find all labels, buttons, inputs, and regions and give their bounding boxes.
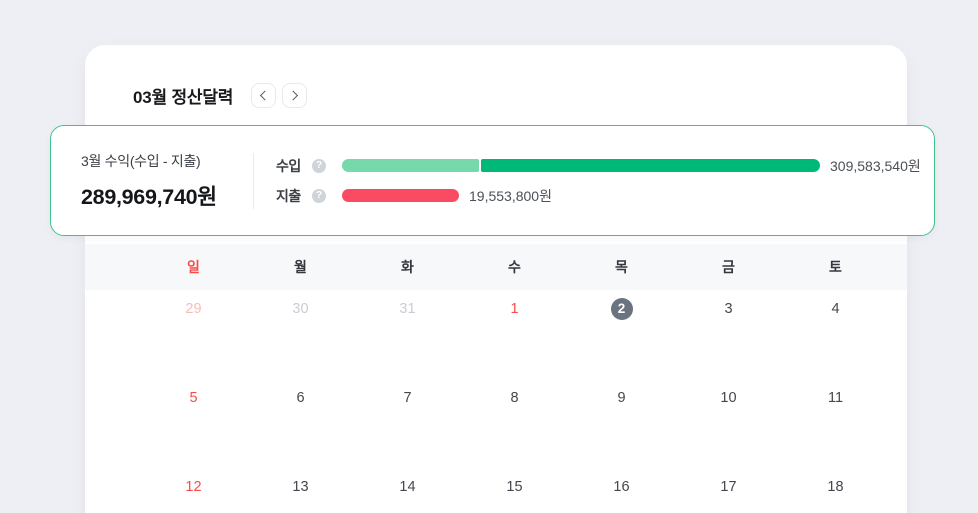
day-number: 15 [506,479,523,495]
expense-bar [342,189,459,202]
day-number: 4 [831,301,840,317]
calendar-day-cell[interactable]: 16 [568,468,675,513]
income-bar [342,159,820,172]
chevron-right-icon [288,90,299,101]
calendar-day-cell[interactable]: 5 [140,379,247,468]
expense-value: 19,553,800원 [469,187,552,204]
weekday-label: 화 [401,259,414,275]
weekday-label: 월 [294,259,307,275]
card-header: 03월 정산달력 [133,83,308,108]
calendar-day-cell[interactable]: 6 [247,379,354,468]
day-number: 17 [720,479,737,495]
weekday-label: 금 [722,259,735,275]
day-number: 7 [403,390,412,406]
calendar-day-cell[interactable]: 11 [782,379,889,468]
day-number: 8 [510,390,519,406]
calendar-day-cell[interactable]: 7 [354,379,461,468]
day-number: 6 [296,390,305,406]
income-expense-bars: 수입 ? 309,583,540원 지출 ? 19,553,800원 [276,157,921,204]
day-number: 30 [292,301,309,317]
expense-bar-segment [342,189,459,202]
calendar-week-row: 29 30 31 1 2 3 4 [140,290,889,379]
income-label: 수입 [276,157,301,174]
calendar-day-cell[interactable]: 17 [675,468,782,513]
calendar-day-cell[interactable]: 9 [568,379,675,468]
calendar-week-row: 5 6 7 8 9 10 11 [140,379,889,468]
calendar-day-cell[interactable]: 3 [675,290,782,379]
calendar-day-cell[interactable]: 10 [675,379,782,468]
weekday-label: 토 [829,259,842,275]
expense-row: 지출 ? 19,553,800원 [276,187,921,204]
calendar-grid: 29 30 31 1 2 3 4 5 6 7 8 9 10 11 12 13 14 15 16 17 18 [140,290,889,513]
page-title: 03월 정산달력 [133,88,234,107]
calendar-day-cell[interactable]: 2 [568,290,675,379]
income-row: 수입 ? 309,583,540원 [276,157,921,174]
calendar-day-cell[interactable]: 8 [461,379,568,468]
profit-summary: 3월 수익(수입 - 지출) 289,969,740원 [51,151,253,211]
expense-help-icon[interactable]: ? [312,188,326,203]
calendar-day-cell[interactable]: 13 [247,468,354,513]
summary-divider [253,152,254,209]
selected-day-badge[interactable]: 2 [610,298,633,320]
day-number: 9 [617,390,626,406]
day-number: 3 [724,301,733,317]
calendar-day-cell[interactable]: 18 [782,468,889,513]
day-number: 10 [720,390,737,406]
day-number: 13 [292,479,309,495]
day-number: 1 [510,301,519,317]
day-number: 12 [185,479,202,495]
day-number: 5 [189,390,198,406]
day-number: 29 [185,301,202,317]
calendar-day-cell[interactable]: 15 [461,468,568,513]
settlement-calendar-card: 03월 정산달력 일월화수목금토 29 30 31 1 2 3 4 5 6 7 8 9 10 11 12 13… [85,45,907,513]
profit-value: 289,969,740원 [81,184,217,209]
expense-label: 지출 [276,187,301,204]
monthly-summary-panel: 3월 수익(수입 - 지출) 289,969,740원 수입 ? 309,583… [50,125,935,236]
day-number: 16 [613,479,630,495]
income-bar-main-segment [481,159,820,172]
day-number: 18 [827,479,844,495]
income-value: 309,583,540원 [830,157,921,174]
day-number: 2 [568,298,675,320]
day-number: 11 [827,390,844,406]
next-month-button[interactable] [282,83,308,108]
calendar-day-cell[interactable]: 29 [140,290,247,379]
prev-month-button[interactable] [251,83,277,108]
day-number: 31 [399,301,416,317]
income-bar-settled-segment [342,159,479,172]
weekday-label: 목 [615,259,628,275]
calendar-day-cell[interactable]: 12 [140,468,247,513]
profit-label: 3월 수익(수입 - 지출) [81,152,201,169]
chevron-left-icon [260,90,271,101]
income-help-icon[interactable]: ? [312,158,326,173]
calendar-day-cell[interactable]: 31 [354,290,461,379]
weekday-label: 일 [187,259,200,275]
day-number: 14 [399,479,416,495]
calendar-day-cell[interactable]: 4 [782,290,889,379]
calendar-day-cell[interactable]: 14 [354,468,461,513]
calendar-day-cell[interactable]: 1 [461,290,568,379]
weekday-header-row: 일월화수목금토 [85,244,907,290]
calendar-week-row: 12 13 14 15 16 17 18 [140,468,889,513]
weekday-label: 수 [508,259,521,275]
calendar-day-cell[interactable]: 30 [247,290,354,379]
month-nav [251,83,308,108]
